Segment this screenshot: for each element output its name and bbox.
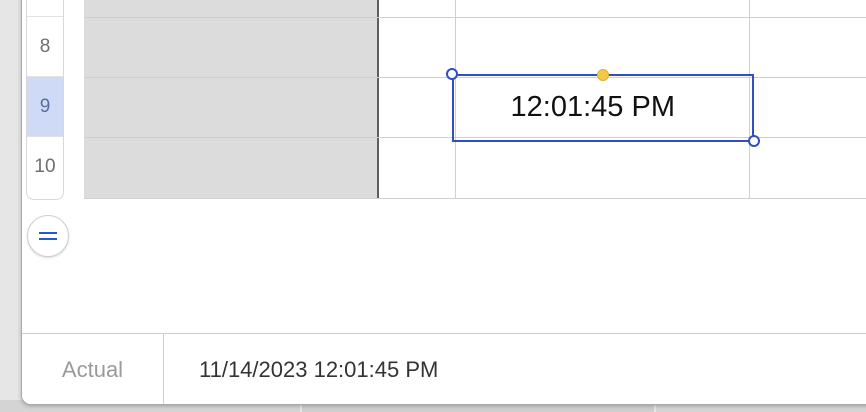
footer-value: 11/14/2023 12:01:45 PM bbox=[199, 356, 439, 382]
row-number: 8 bbox=[39, 35, 51, 57]
row-number: 10 bbox=[34, 156, 56, 177]
equals-icon bbox=[39, 232, 57, 240]
row-header-partial[interactable] bbox=[27, 0, 63, 17]
frozen-column[interactable] bbox=[84, 0, 379, 199]
footer-label: Actual bbox=[61, 356, 124, 382]
gridline bbox=[749, 0, 750, 199]
cell-value-text: 12:01:45 PM bbox=[510, 91, 675, 123]
footer-divider bbox=[163, 334, 164, 404]
row-header-8[interactable]: 8 bbox=[27, 17, 63, 77]
row-header-column: 8 9 10 bbox=[26, 0, 64, 200]
row-number: 9 bbox=[39, 95, 51, 117]
selection-handle-bottom-right[interactable] bbox=[748, 135, 760, 147]
value-footer: Actual 11/14/2023 12:01:45 PM bbox=[22, 333, 866, 404]
formula-equals-button[interactable] bbox=[27, 215, 69, 257]
selected-cell[interactable]: 12:01:45 PM bbox=[391, 74, 691, 141]
row-header-10[interactable]: 10 bbox=[27, 137, 63, 197]
selection-handle-top[interactable] bbox=[597, 69, 609, 81]
selection-handle-top-left[interactable] bbox=[446, 68, 458, 80]
spreadsheet-window: 8 9 10 12:01:45 PM Actual 11/14/2023 12:… bbox=[21, 0, 866, 405]
row-header-9[interactable]: 9 bbox=[27, 77, 63, 137]
